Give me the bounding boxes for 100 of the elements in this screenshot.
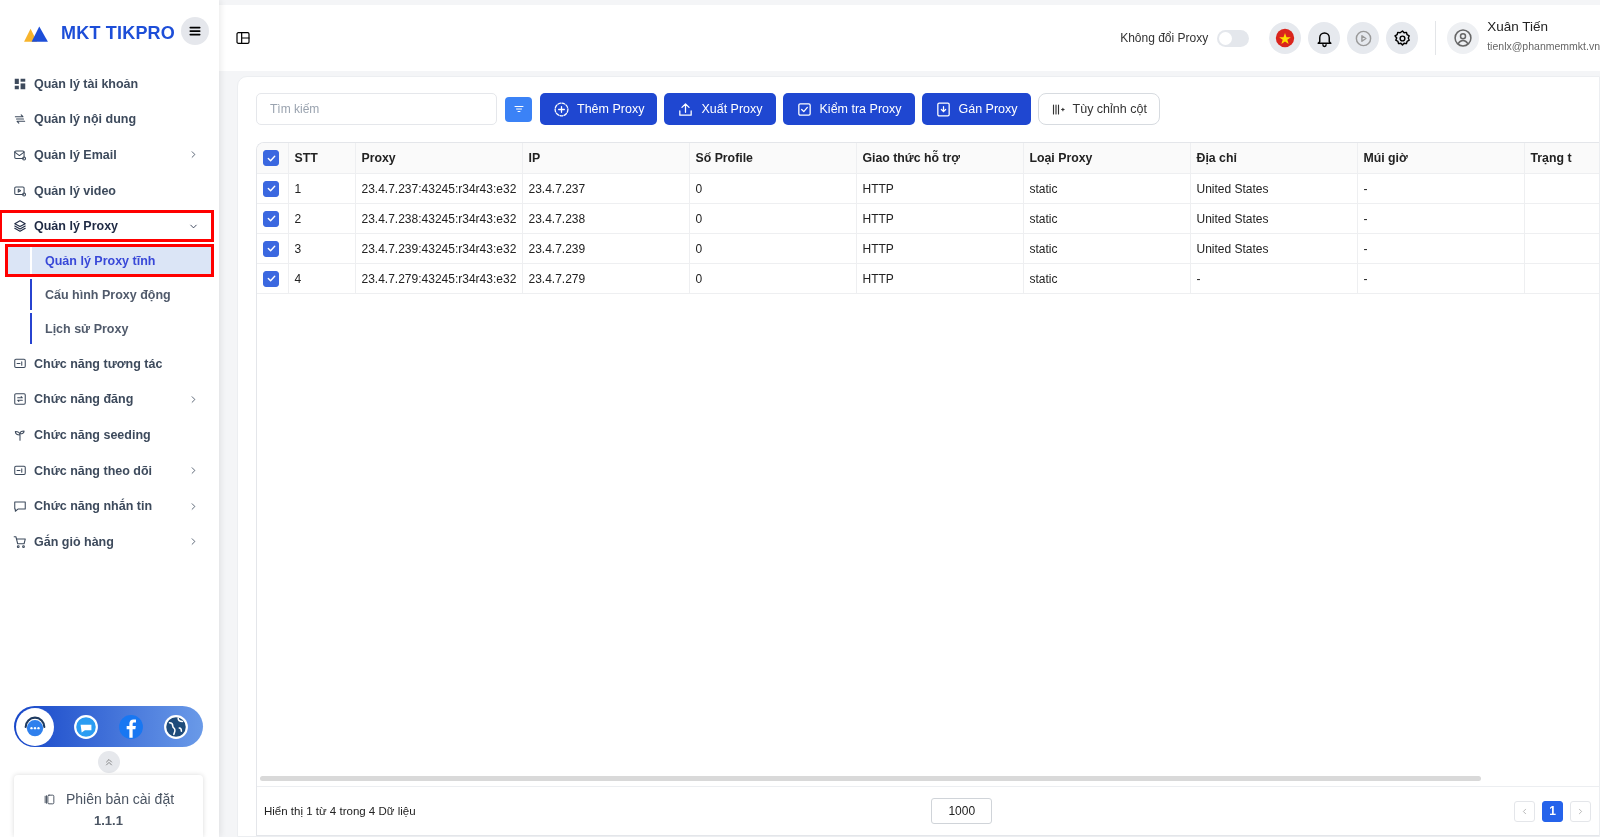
video-guide-button[interactable] xyxy=(1347,22,1380,54)
column-header: Proxy xyxy=(355,143,522,174)
layout-toggle-button[interactable] xyxy=(235,30,251,46)
sidebar-subitem[interactable]: Lịch sử Proxy xyxy=(6,313,213,345)
sidebar-item[interactable]: Chức năng tương tác xyxy=(0,348,213,379)
toolbar-button[interactable]: Gán Proxy xyxy=(921,93,1031,125)
settings-icon xyxy=(1392,28,1412,48)
checkmark-icon xyxy=(265,183,277,194)
checkbox[interactable] xyxy=(263,270,279,287)
chat-bubble-link[interactable] xyxy=(73,713,99,740)
device-icon xyxy=(42,792,56,806)
column-header: Trạng t xyxy=(1524,143,1599,174)
filter-button[interactable] xyxy=(505,96,532,122)
notification-button[interactable] xyxy=(1308,22,1341,54)
user-email: tienlx@phanmemmkt.vn xyxy=(1487,39,1600,52)
table-cell: HTTP xyxy=(856,233,1023,264)
grid-icon xyxy=(13,76,27,91)
chat-icon xyxy=(13,499,27,514)
table-cell: 3 xyxy=(288,233,355,264)
page-size-field[interactable]: 1000 xyxy=(931,798,993,824)
sidebar-item[interactable]: Chức năng seeding xyxy=(0,419,213,450)
column-header: Số Profile xyxy=(689,143,856,174)
table-cell: static xyxy=(1023,233,1190,264)
menu-icon xyxy=(188,24,202,38)
chevron-right-icon xyxy=(1576,806,1585,816)
user-icon xyxy=(1453,28,1474,48)
toolbar-button[interactable]: Xuất Proxy xyxy=(664,93,776,125)
user-avatar[interactable] xyxy=(1447,22,1480,54)
checkbox[interactable] xyxy=(263,150,279,166)
cart-icon xyxy=(13,534,27,549)
table-cell: HTTP xyxy=(856,263,1023,294)
sprout-icon xyxy=(13,427,27,442)
video-icon xyxy=(13,183,27,198)
table-cell: - xyxy=(1357,233,1524,264)
toolbar-button[interactable]: Kiểm tra Proxy xyxy=(782,93,915,125)
sidebar-item[interactable]: Chức năng nhắn tin xyxy=(0,491,213,522)
table-cell: 23.4.7.279 xyxy=(522,263,689,294)
column-header: STT xyxy=(288,143,355,174)
facebook-icon xyxy=(118,713,144,740)
table-cell: 2 xyxy=(288,203,355,234)
checkmark-icon xyxy=(265,273,277,284)
table-cell: United States xyxy=(1190,233,1357,264)
mail-icon xyxy=(13,148,27,162)
table-cell: 23.4.7.238 xyxy=(522,203,689,234)
sidebar-item[interactable]: Quản lý Email xyxy=(0,140,213,170)
chevron-left-icon xyxy=(1520,806,1529,816)
sidebar-subitem[interactable]: Quản lý Proxy tĩnh xyxy=(6,245,213,277)
table-cell: - xyxy=(1357,263,1524,294)
square-refresh-icon xyxy=(13,392,27,407)
horizontal-scrollbar[interactable] xyxy=(260,776,1481,781)
columns-icon xyxy=(1050,101,1066,117)
search-field[interactable]: Tìm kiếm xyxy=(256,93,497,125)
column-header: Giao thức hỗ trợ xyxy=(856,143,1023,174)
toolbar-button[interactable]: Tùy chỉnh cột xyxy=(1037,93,1160,125)
table-cell: 0 xyxy=(689,173,856,204)
column-header: IP xyxy=(522,143,689,174)
layers-icon xyxy=(13,219,27,234)
chevron-right-icon xyxy=(188,500,199,512)
table-cell: 0 xyxy=(689,203,856,234)
table-cell: static xyxy=(1023,203,1190,234)
sidebar-subitem[interactable]: Cấu hình Proxy động xyxy=(6,279,213,311)
checkbox[interactable] xyxy=(263,210,279,227)
double-chevron-up-icon xyxy=(103,757,114,767)
toolbar-button[interactable]: Thêm Proxy xyxy=(540,93,658,125)
checkmark-icon xyxy=(265,243,277,254)
arrows-icon xyxy=(13,112,27,127)
chat-bubble-icon xyxy=(73,713,99,740)
table-cell: United States xyxy=(1190,173,1357,204)
globe-link[interactable] xyxy=(163,713,189,740)
column-header: Loại Proxy xyxy=(1023,143,1190,174)
checkbox[interactable] xyxy=(263,180,279,197)
user-name: Xuân Tiến xyxy=(1487,18,1549,34)
globe-icon xyxy=(163,713,189,740)
sidebar-item[interactable]: Gắn giỏ hàng xyxy=(0,526,213,557)
upload-icon xyxy=(677,100,695,118)
page-button[interactable]: 1 xyxy=(1542,800,1563,822)
table-cell: static xyxy=(1023,173,1190,204)
sidebar-item[interactable]: Chức năng theo dõi xyxy=(0,455,213,486)
column-header: Địa chỉ xyxy=(1190,143,1357,174)
sidebar-item[interactable]: Quản lý tài khoản xyxy=(0,68,213,99)
table-cell: - xyxy=(1357,203,1524,234)
menu-button[interactable] xyxy=(181,17,209,45)
table-cell: 23.4.7.239:43245:r34r43:e32 xyxy=(355,233,522,264)
language-button[interactable] xyxy=(1269,22,1302,54)
sidebar-item[interactable]: Quản lý nội dung xyxy=(0,104,213,135)
table-cell: United States xyxy=(1190,203,1357,234)
sidebar-item[interactable]: Quản lý Proxy xyxy=(0,211,213,242)
app-logo-text: MKT TIKPRO xyxy=(61,22,175,44)
facebook-link[interactable] xyxy=(118,713,144,740)
proxy-toggle-switch[interactable] xyxy=(1217,29,1250,47)
table-cell: 23.4.7.237:43245:r34r43:e32 xyxy=(355,173,522,204)
sidebar-item[interactable]: Quản lý video xyxy=(0,175,213,206)
version-label: Phiên bản cài đặt xyxy=(65,791,175,807)
table-cell: 23.4.7.237 xyxy=(522,173,689,204)
checkbox[interactable] xyxy=(263,240,279,257)
table-cell: 0 xyxy=(689,263,856,294)
sidebar-item[interactable]: Chức năng đăng xyxy=(0,384,213,415)
plus-circle-icon xyxy=(553,100,570,118)
settings-button[interactable] xyxy=(1386,22,1419,54)
toggle-label: Không đổi Proxy xyxy=(1120,31,1209,45)
